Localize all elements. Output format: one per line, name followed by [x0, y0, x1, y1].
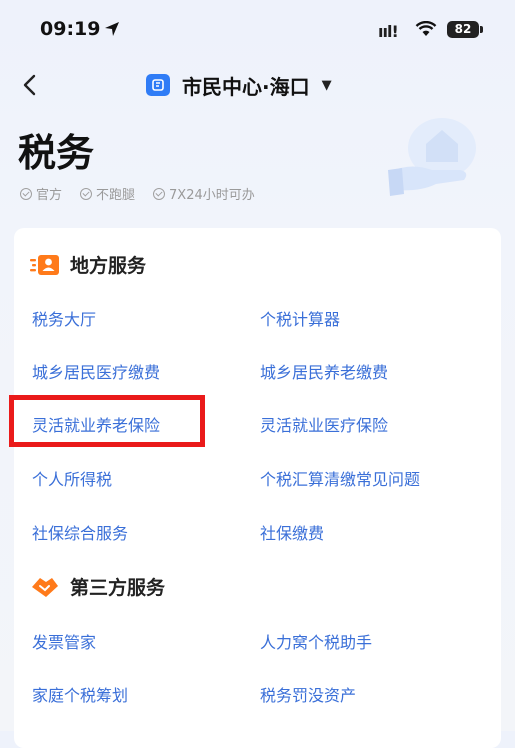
nav-title: 市民中心·海口 [182, 74, 310, 99]
section-title: 第三方服务 [70, 577, 166, 599]
service-tax-settlement-faq[interactable]: 个税汇算清缴常见问题 [260, 466, 420, 490]
highlight-box [9, 395, 205, 447]
status-time: 09:19 [40, 18, 101, 40]
service-social-security-general[interactable]: 社保综合服务 [32, 520, 128, 544]
tag-24-7: 7X24小时可办 [153, 184, 255, 203]
battery-level: 82 [454, 22, 472, 36]
check-circle-icon [20, 187, 32, 200]
wifi-icon [415, 21, 437, 36]
service-hr-tax-assistant[interactable]: 人力窝个税助手 [260, 629, 372, 653]
nav-bar: 市民中心·海口 ▼ [0, 60, 515, 110]
chevron-down-icon: ▼ [321, 77, 332, 93]
battery-icon: 82 [447, 21, 483, 38]
tag-label: 7X24小时可办 [169, 188, 255, 203]
service-tax-hall[interactable]: 税务大厅 [32, 306, 96, 330]
city-selector[interactable]: 市民中心·海口 ▼ [146, 70, 332, 100]
local-services-header: 地方服务 [30, 251, 146, 278]
service-tax-calculator[interactable]: 个税计算器 [260, 306, 340, 330]
location-arrow-icon [105, 22, 119, 36]
service-flexible-medical-insurance[interactable]: 灵活就业医疗保险 [260, 412, 388, 436]
page-title: 税务 [18, 131, 95, 175]
check-circle-icon [80, 187, 93, 200]
check-circle-icon [153, 187, 166, 200]
service-resident-medical-payment[interactable]: 城乡居民医疗缴费 [32, 359, 160, 383]
tag-no-visit: 不跑腿 [80, 184, 135, 203]
tag-official: 官方 [20, 184, 62, 203]
tag-label: 官方 [36, 188, 63, 203]
hand-holding-house-illustration [388, 118, 476, 196]
service-personal-income-tax[interactable]: 个人所得税 [32, 466, 112, 490]
section-title: 地方服务 [70, 255, 147, 277]
tag-label: 不跑腿 [96, 188, 136, 203]
cellular-signal-icon: ııl! [378, 22, 399, 41]
service-tags: 官方 不跑腿 7X24小时可办 [20, 184, 255, 203]
service-invoice-manager[interactable]: 发票管家 [32, 629, 96, 653]
id-card-icon [30, 254, 59, 275]
service-resident-pension-payment[interactable]: 城乡居民养老缴费 [260, 359, 388, 383]
handshake-icon [32, 577, 58, 597]
back-icon[interactable] [14, 68, 48, 102]
status-bar: 09:19 ııl! 82 [0, 0, 515, 60]
third-party-services-header: 第三方服务 [30, 573, 165, 600]
app-logo-icon [146, 74, 170, 96]
service-family-tax-planning[interactable]: 家庭个税筹划 [32, 682, 128, 706]
service-confiscated-assets[interactable]: 税务罚没资产 [260, 682, 356, 706]
service-social-security-payment[interactable]: 社保缴费 [260, 520, 324, 544]
